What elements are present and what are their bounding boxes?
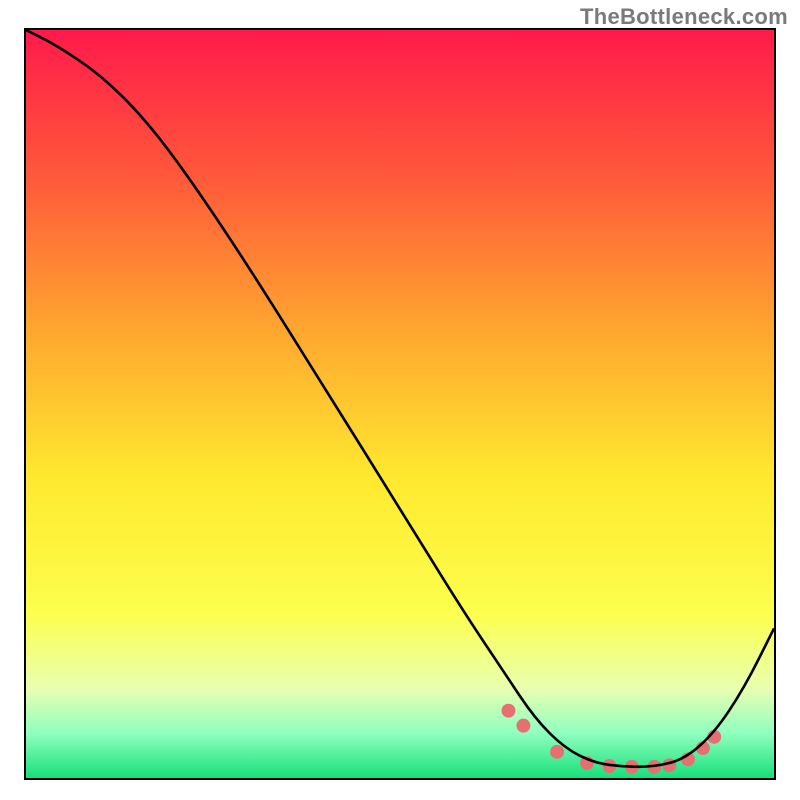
marker-dot	[516, 719, 530, 733]
plot-area	[24, 28, 776, 780]
watermark-text: TheBottleneck.com	[580, 4, 788, 30]
curve-layer	[26, 30, 774, 778]
marker-dot	[501, 704, 515, 718]
bottleneck-curve	[26, 30, 774, 767]
marker-dot	[550, 745, 564, 759]
